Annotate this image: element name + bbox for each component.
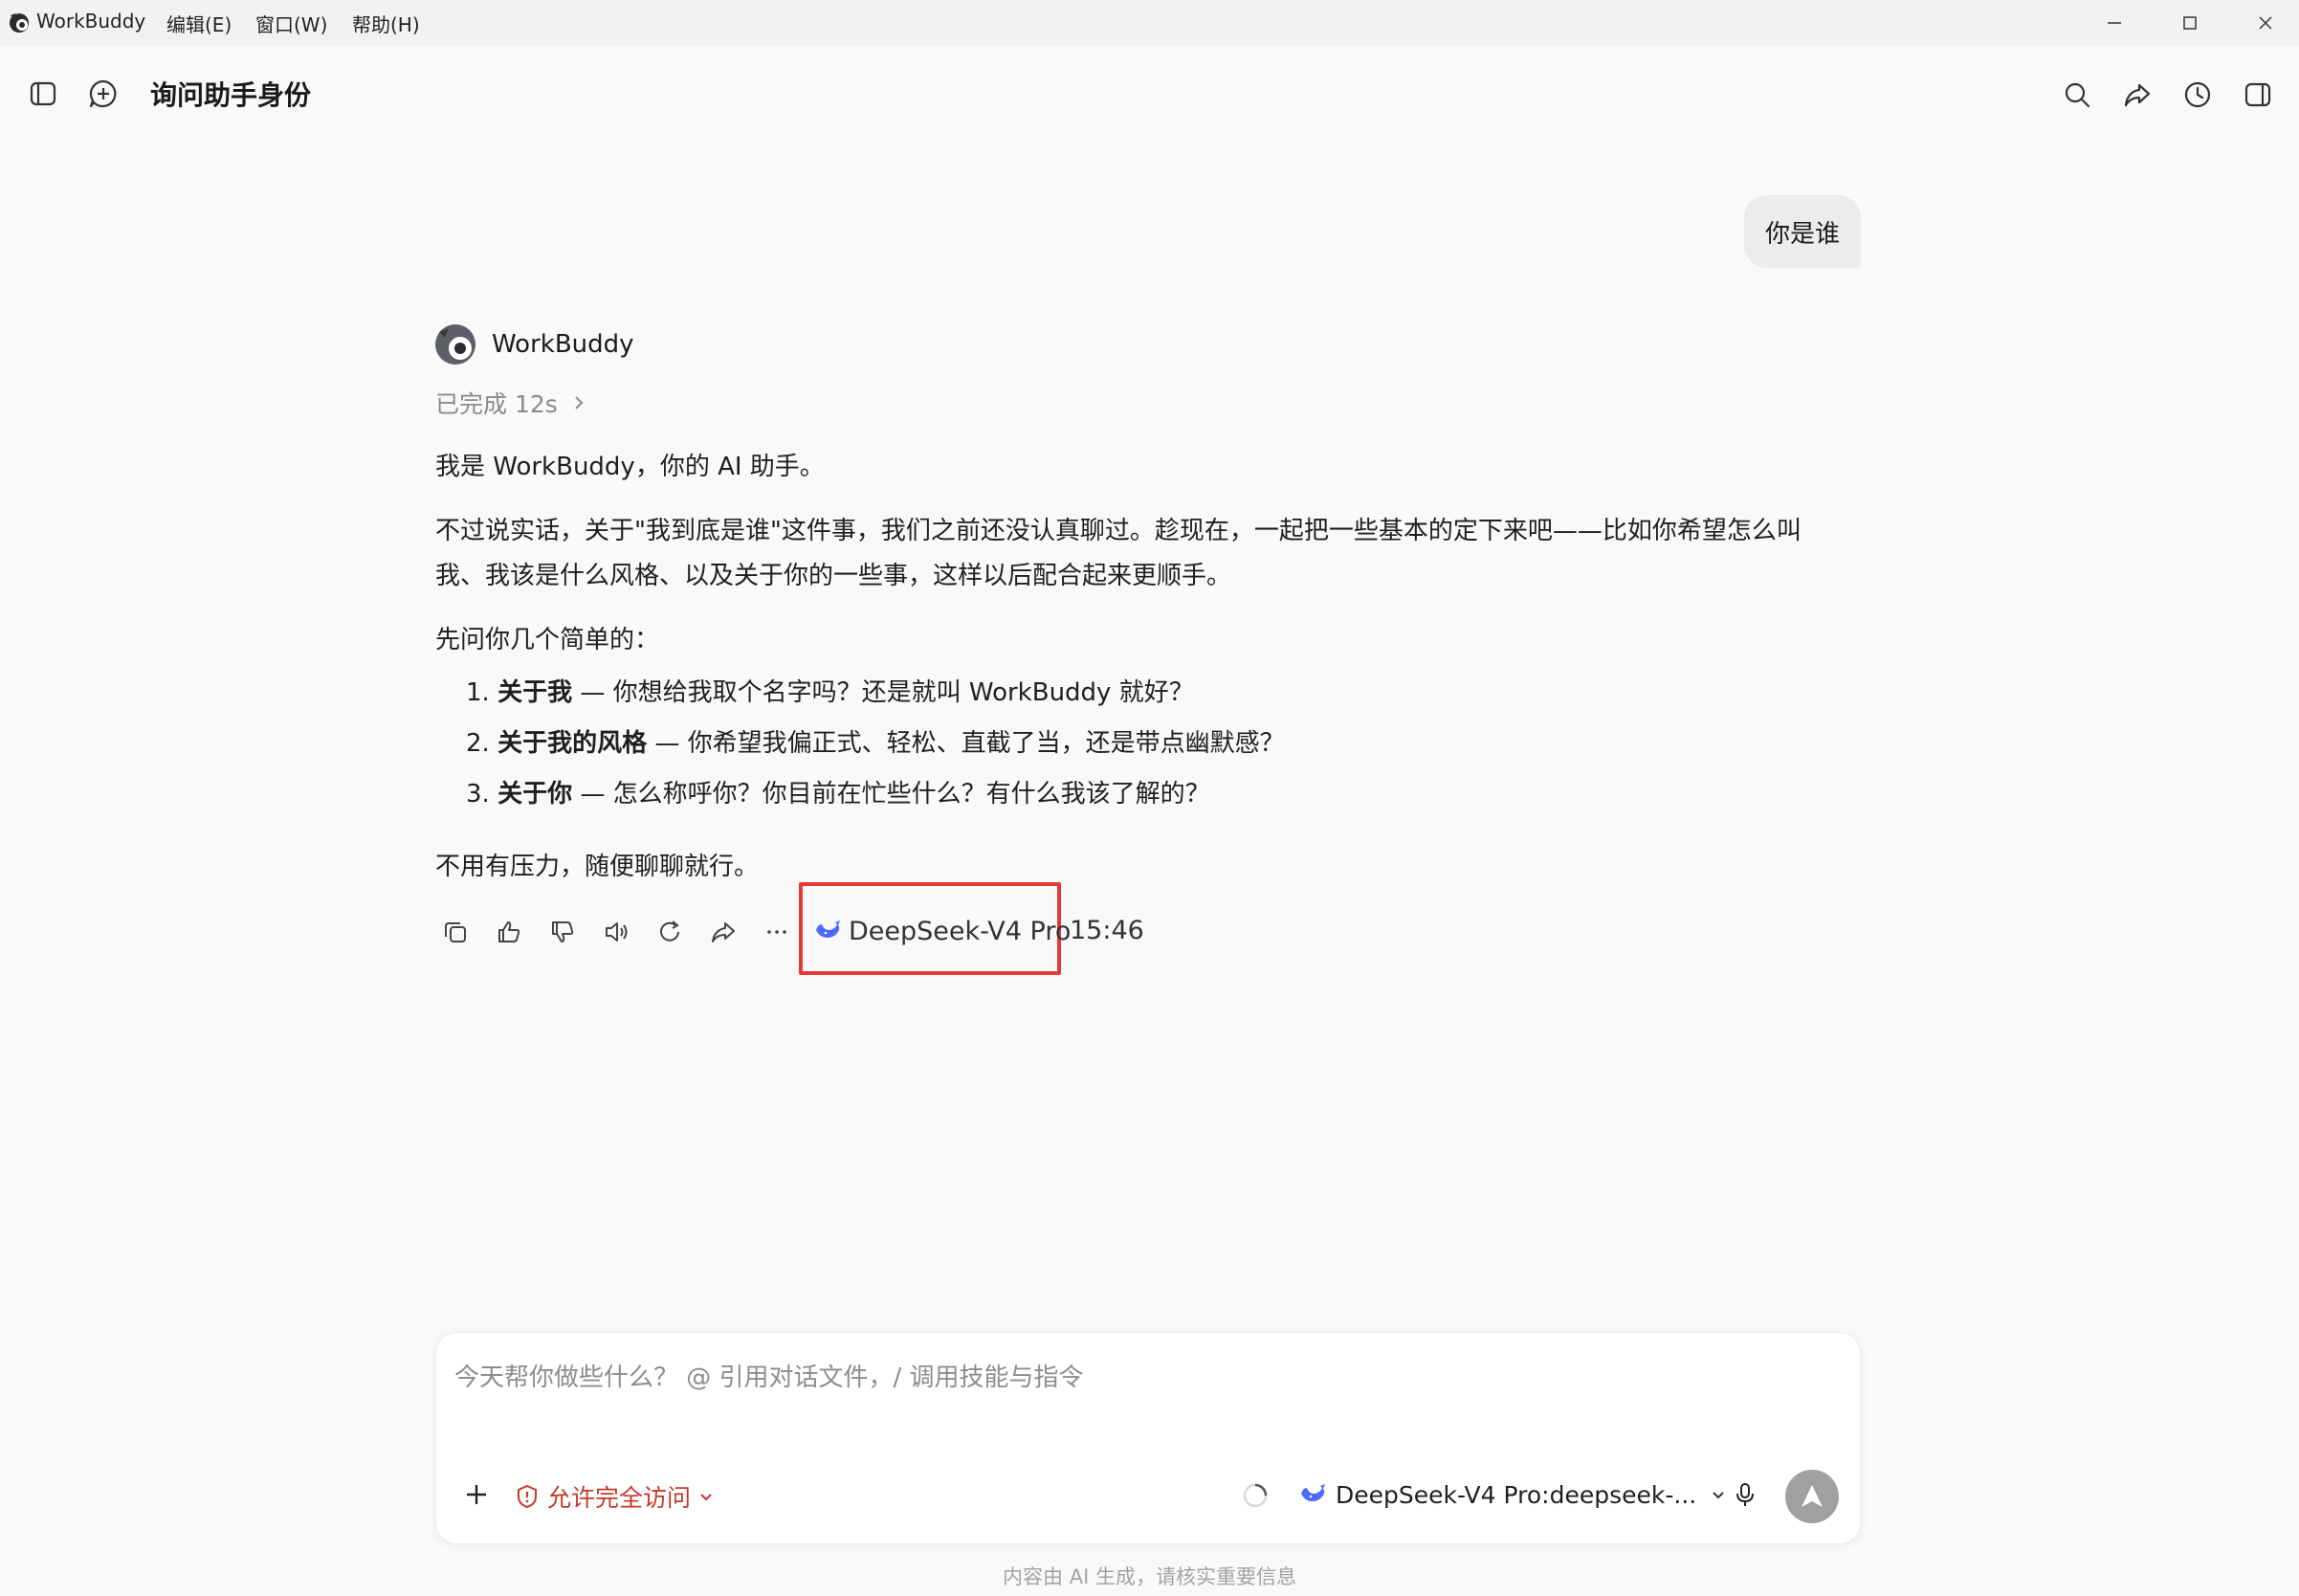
shield-warning-icon — [518, 1484, 537, 1509]
minimize-button[interactable] — [2081, 0, 2148, 46]
menu-help[interactable]: 帮助(H) — [352, 10, 420, 37]
new-chat-icon — [89, 79, 117, 108]
toggle-panel-button[interactable] — [2237, 74, 2279, 116]
message-timestamp: 15:46 — [1070, 916, 1144, 945]
list-number: 3. — [466, 780, 490, 809]
title-bar — [0, 0, 2299, 46]
microphone-icon — [1736, 1483, 1754, 1506]
like-button[interactable] — [490, 913, 528, 951]
send-arrow-icon — [1802, 1485, 1823, 1507]
thinking-status-toggle[interactable]: 已完成 12s — [435, 387, 588, 419]
thinking-status-text: 已完成 12s — [435, 390, 558, 418]
more-options-button[interactable] — [758, 913, 796, 951]
access-mode-label: 允许完全访问 — [547, 1484, 692, 1512]
search-button[interactable] — [2056, 74, 2098, 116]
close-icon — [2259, 16, 2272, 30]
clock-icon — [2184, 81, 2211, 108]
regenerate-button[interactable] — [651, 913, 689, 951]
assistant-paragraph: 我是 WorkBuddy，你的 AI 助手。 — [435, 453, 825, 481]
thumbs-down-icon — [552, 921, 574, 942]
send-button[interactable] — [1785, 1470, 1839, 1523]
list-item: 2. 关于我的风格 — 你希望我偏正式、轻松、直截了当，还是带点幽默感？ — [466, 719, 1285, 768]
list-item: 1. 关于我 — 你想给我取个名字吗？还是就叫 WorkBuddy 就好？ — [466, 668, 1194, 718]
model-selector[interactable]: DeepSeek-V4 Pro:deepseek-... — [1299, 1477, 1727, 1512]
assistant-avatar — [435, 324, 475, 365]
list-item-title: 关于你 — [497, 780, 573, 809]
copy-icon — [445, 922, 466, 942]
access-mode-dropdown[interactable]: 允许完全访问 — [515, 1479, 714, 1514]
panel-icon — [2244, 82, 2271, 107]
share-icon — [2124, 83, 2151, 107]
dislike-button[interactable] — [543, 913, 582, 951]
more-icon — [767, 930, 786, 934]
assistant-paragraph: 先问你几个简单的： — [435, 626, 660, 654]
chevron-down-icon — [700, 1494, 712, 1501]
list-number: 1. — [466, 678, 490, 707]
list-item-text: — 你希望我偏正式、轻松、直截了当，还是带点幽默感？ — [647, 729, 1285, 758]
search-icon — [2065, 82, 2090, 108]
copy-button[interactable] — [436, 913, 475, 951]
menu-window[interactable]: 窗口(W) — [255, 10, 327, 37]
workbuddy-logo-icon — [10, 13, 29, 33]
share-message-button[interactable] — [704, 913, 742, 951]
user-message-bubble: 你是谁 — [1744, 195, 1861, 268]
plus-icon — [467, 1485, 486, 1504]
maximize-button[interactable] — [2156, 0, 2223, 46]
model-name: DeepSeek-V4 Pro — [849, 916, 1072, 946]
list-item-title: 关于我的风格 — [497, 729, 648, 758]
minimize-icon — [2108, 22, 2121, 24]
voice-input-button[interactable] — [1728, 1477, 1762, 1512]
deepseek-whale-icon — [816, 920, 840, 938]
toggle-sidebar-button[interactable] — [22, 73, 64, 115]
chevron-down-icon — [1713, 1492, 1724, 1499]
list-item-text: — 怎么称呼你？你目前在忙些什么？有什么我该了解的？ — [572, 780, 1210, 809]
chevron-right-icon — [575, 396, 584, 410]
model-tag: DeepSeek-V4 Pro — [814, 914, 1071, 948]
thumbs-up-icon — [498, 921, 520, 942]
maximize-icon — [2183, 16, 2197, 30]
share-icon — [712, 922, 735, 942]
model-selector-label: DeepSeek-V4 Pro:deepseek-... — [1336, 1480, 1697, 1509]
list-number: 2. — [466, 729, 490, 758]
new-chat-button[interactable] — [82, 73, 124, 115]
ai-disclaimer: 内容由 AI 生成，请核实重要信息 — [1003, 1565, 1296, 1588]
loading-spinner-icon — [1243, 1483, 1268, 1508]
list-item: 3. 关于你 — 怎么称呼你？你目前在忙些什么？有什么我该了解的？ — [466, 769, 1210, 819]
sidebar-icon — [30, 81, 56, 106]
read-aloud-button[interactable] — [597, 913, 635, 951]
menu-edit[interactable]: 编辑(E) — [166, 10, 232, 37]
close-window-button[interactable] — [2232, 0, 2299, 46]
app-title: WorkBuddy — [36, 10, 146, 33]
assistant-closing: 不用有压力，随便聊聊就行。 — [435, 853, 760, 881]
message-input[interactable] — [454, 1359, 1832, 1397]
list-item-text: — 你想给我取个名字吗？还是就叫 WorkBuddy 就好？ — [572, 678, 1194, 707]
assistant-paragraph: 我、我该是什么风格、以及关于你的一些事，这样以后配合起来更顺手。 — [435, 562, 1232, 590]
assistant-name: WorkBuddy — [492, 330, 634, 359]
page-title: 询问助手身份 — [150, 79, 312, 111]
list-item-title: 关于我 — [497, 678, 573, 707]
refresh-icon — [660, 920, 679, 942]
assistant-paragraph: 不过说实话，关于"我到底是谁"这件事，我们之前还没认真聊过。趁现在，一起把一些基… — [435, 517, 1802, 545]
speaker-icon — [606, 922, 628, 942]
history-button[interactable] — [2177, 74, 2219, 116]
share-button[interactable] — [2116, 74, 2158, 116]
deepseek-whale-icon — [1301, 1484, 1325, 1501]
add-attachment-button[interactable] — [457, 1475, 496, 1514]
